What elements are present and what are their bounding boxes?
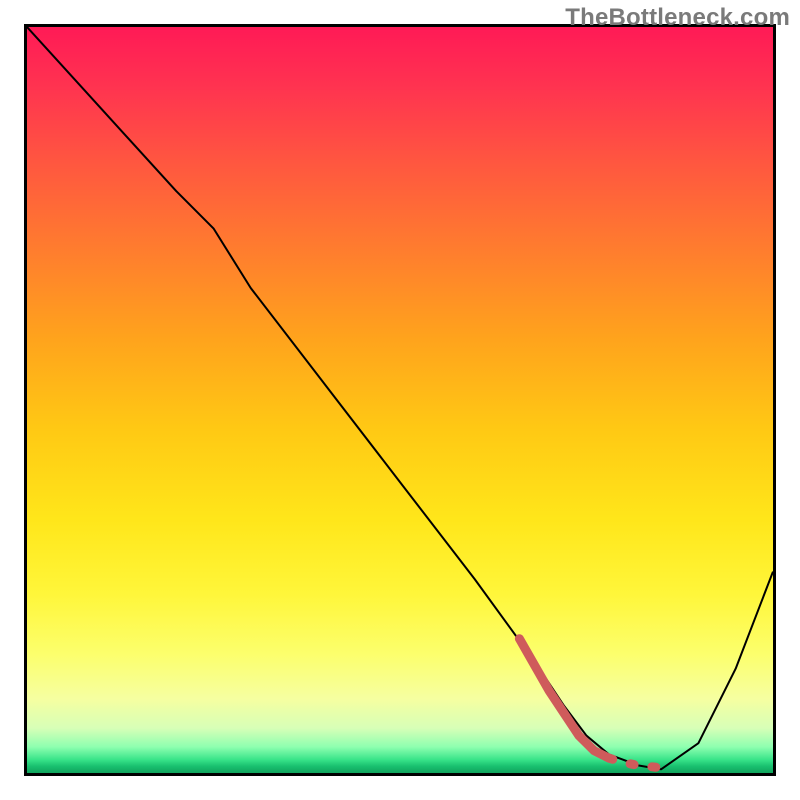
highlight-dashed (609, 758, 669, 768)
plot-area (24, 24, 776, 776)
chart-svg (27, 27, 773, 773)
chart-stage: TheBottleneck.com (0, 0, 800, 800)
series-highlight (519, 639, 668, 769)
series-main-curve (27, 27, 773, 769)
watermark-text: TheBottleneck.com (565, 4, 790, 32)
highlight-solid (519, 639, 609, 758)
